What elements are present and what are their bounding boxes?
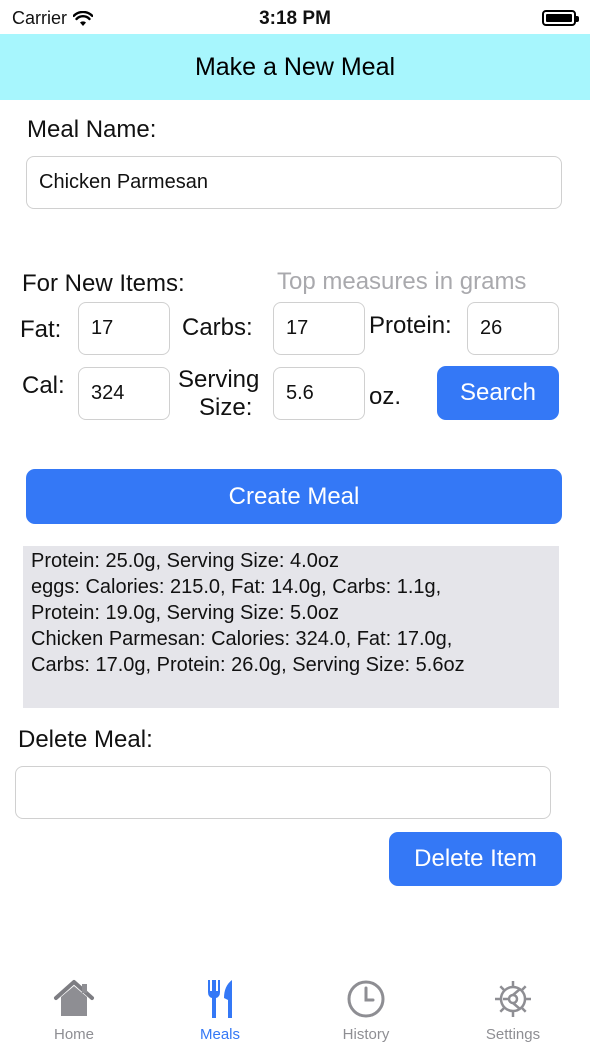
meal-log-line: Protein: 25.0g, Serving Size: 4.0oz (31, 550, 339, 572)
delete-item-button[interactable]: Delete Item (389, 832, 562, 886)
fat-input[interactable]: 17 (78, 302, 170, 355)
cal-input[interactable]: 324 (78, 367, 170, 420)
delete-meal-label: Delete Meal: (18, 726, 153, 753)
serving-size-input[interactable]: 5.6 (273, 367, 365, 420)
meal-log-line: eggs: Calories: 215.0, Fat: 14.0g, Carbs… (31, 576, 442, 598)
tab-history-label: History (342, 1026, 390, 1043)
tab-home[interactable]: Home (14, 976, 134, 1043)
tab-home-label: Home (53, 1026, 94, 1043)
tab-bar: Home Meals History Settings (0, 966, 590, 1046)
home-icon (54, 980, 94, 1016)
clock-icon (347, 980, 385, 1018)
meal-name-label: Meal Name: (27, 116, 157, 143)
tab-meals-label: Meals (199, 1026, 240, 1043)
search-button[interactable]: Search (437, 366, 559, 420)
protein-input[interactable]: 26 (467, 302, 559, 355)
cal-label: Cal: (22, 372, 65, 399)
battery-icon (542, 10, 579, 26)
serving-unit-label: oz. (369, 383, 402, 410)
create-meal-button[interactable]: Create Meal (26, 469, 562, 524)
meal-log-textview[interactable]: Protein: 25.0g, Serving Size: 4.0oz eggs… (23, 546, 559, 708)
fat-label: Fat: (20, 316, 62, 343)
delete-meal-input[interactable] (15, 766, 551, 819)
meal-log-line: Carbs: 17.0g, Protein: 26.0g, Serving Si… (31, 654, 465, 676)
tab-settings[interactable]: Settings (453, 976, 573, 1043)
carbs-input[interactable]: 17 (273, 302, 365, 355)
tab-meals[interactable]: Meals (160, 976, 280, 1043)
status-bar: Carrier 3:18 PM (0, 0, 590, 34)
page-title: Make a New Meal (194, 52, 396, 81)
meal-name-input[interactable]: Chicken Parmesan (26, 156, 562, 209)
meal-log-line: Protein: 19.0g, Serving Size: 5.0oz (31, 602, 339, 624)
tab-history[interactable]: History (306, 976, 426, 1043)
meal-log-line: Chicken Parmesan: Calories: 324.0, Fat: … (31, 628, 453, 650)
serving-size-label: Serving Size: (178, 366, 259, 422)
serving-label-line2: Size: (199, 394, 253, 421)
new-items-label: For New Items: (22, 270, 185, 297)
phone-screen: Carrier 3:18 PM Make a New Meal Meal Nam… (0, 0, 590, 1046)
grams-hint: Top measures in grams (277, 268, 527, 295)
protein-label: Protein: (369, 312, 452, 339)
nav-bar: Make a New Meal (0, 34, 590, 100)
gear-icon (495, 981, 531, 1017)
serving-label-line1: Serving (178, 366, 260, 393)
carbs-label: Carbs: (182, 314, 253, 341)
status-time: 3:18 PM (259, 8, 331, 29)
tab-settings-label: Settings (485, 1026, 541, 1043)
fork-knife-icon (208, 980, 232, 1018)
